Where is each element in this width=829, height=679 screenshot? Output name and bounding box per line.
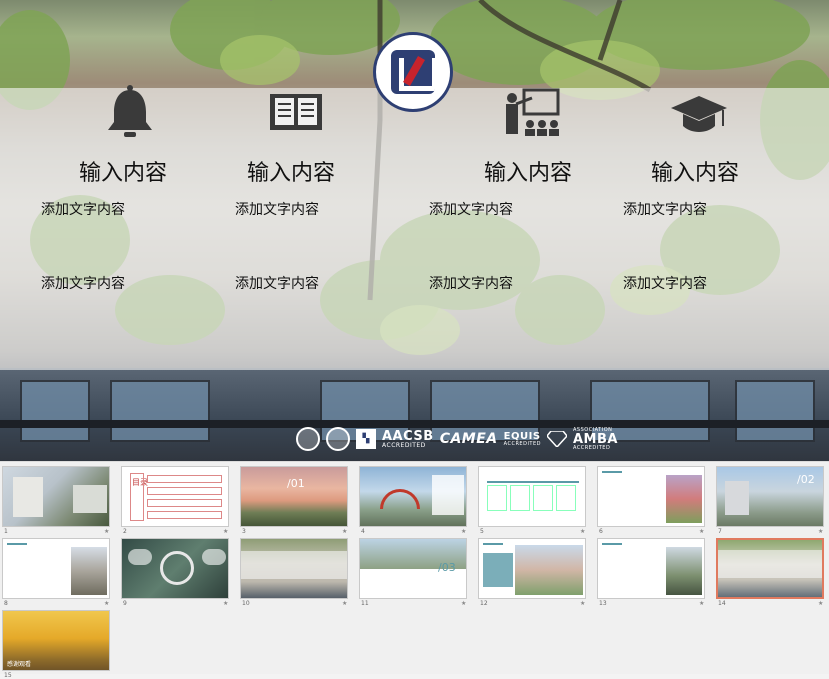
- slide-canvas[interactable]: 输入内容 输入内容 输入内容 输入内容 添加文字内容 添加文字内容 添加文字内容…: [0, 0, 829, 461]
- slide-number: 7: [718, 528, 722, 535]
- slide-thumbnail[interactable]: [2, 466, 110, 527]
- slide-thumbnail[interactable]: /02: [716, 466, 824, 527]
- slide-number: 11: [361, 600, 369, 607]
- column-text[interactable]: 添加文字内容: [623, 199, 707, 219]
- slide-number: 2: [123, 528, 127, 535]
- school-logo: [373, 32, 453, 112]
- star-icon: ★: [818, 528, 824, 535]
- aacsb-logo-icon: ▚: [356, 429, 376, 449]
- column-text[interactable]: 添加文字内容: [41, 199, 125, 219]
- slide-number: 13: [599, 600, 607, 607]
- accreditation-bar: ▚ AACSB ACCREDITED CAMEA EQUIS ACCREDITE…: [296, 426, 618, 452]
- column-title[interactable]: 输入内容: [651, 155, 739, 187]
- slide-number: 3: [242, 528, 246, 535]
- column-title[interactable]: 输入内容: [247, 155, 335, 187]
- slide-number: 14: [718, 600, 726, 607]
- slide-thumbnail[interactable]: [478, 538, 586, 599]
- slide-number: 4: [361, 528, 365, 535]
- star-icon: ★: [342, 528, 348, 535]
- amba-logo: ASSOCIATION AMBA ACCREDITED: [572, 426, 618, 451]
- column-text[interactable]: 添加文字内容: [429, 199, 513, 219]
- slide-thumbnail[interactable]: [240, 538, 348, 599]
- column-title[interactable]: 输入内容: [79, 155, 167, 187]
- camea-logo: CAMEA: [439, 431, 498, 447]
- slide-number: 6: [599, 528, 603, 535]
- slide-number: 10: [242, 600, 250, 607]
- slide-thumbnail[interactable]: [597, 466, 705, 527]
- slide-thumbnail[interactable]: /01: [240, 466, 348, 527]
- star-icon: ★: [461, 600, 467, 607]
- aacsb-logo: AACSB ACCREDITED: [382, 428, 434, 449]
- teacher-icon: [506, 88, 560, 136]
- column-text[interactable]: 添加文字内容: [235, 273, 319, 293]
- slide-thumbnail[interactable]: [478, 466, 586, 527]
- slide-number: 8: [4, 600, 8, 607]
- column-title[interactable]: 输入内容: [484, 155, 572, 187]
- star-icon: ★: [223, 600, 229, 607]
- slide-thumbnail[interactable]: [597, 538, 705, 599]
- slide-number: 15: [4, 672, 12, 679]
- slide-thumbnail[interactable]: 感谢观看: [2, 610, 110, 671]
- slide-thumbnail[interactable]: 目录: [121, 466, 229, 527]
- star-icon: ★: [818, 600, 824, 607]
- star-icon: ★: [104, 600, 110, 607]
- star-icon: ★: [699, 528, 705, 535]
- logo-emblem: [391, 50, 435, 94]
- slide-number: 9: [123, 600, 127, 607]
- university-seal-icon: [296, 427, 320, 451]
- slide-number: 5: [480, 528, 484, 535]
- star-icon: ★: [461, 528, 467, 535]
- slide-sorter-panel: 目录 /01 /02 /03 感谢观看 1 2 3 4 5 6 7 8 9 10…: [0, 461, 829, 679]
- bell-icon: [108, 85, 152, 137]
- star-icon: ★: [104, 528, 110, 535]
- column-text[interactable]: 添加文字内容: [623, 273, 707, 293]
- graduation-cap-icon: [671, 96, 727, 132]
- star-icon: ★: [699, 600, 705, 607]
- column-text[interactable]: 添加文字内容: [235, 199, 319, 219]
- slide-thumbnail[interactable]: [121, 538, 229, 599]
- slide-thumbnail[interactable]: [2, 538, 110, 599]
- school-seal-icon: [326, 427, 350, 451]
- slide-number: 12: [480, 600, 488, 607]
- equis-logo: EQUIS ACCREDITED: [503, 430, 541, 447]
- star-icon: ★: [223, 528, 229, 535]
- diamond-icon: [546, 431, 567, 447]
- column-text[interactable]: 添加文字内容: [41, 273, 125, 293]
- star-icon: ★: [580, 528, 586, 535]
- star-icon: ★: [342, 600, 348, 607]
- slide-number: 1: [4, 528, 8, 535]
- slide-thumbnail[interactable]: /03: [359, 538, 467, 599]
- column-text[interactable]: 添加文字内容: [429, 273, 513, 293]
- slide-thumbnail[interactable]: [359, 466, 467, 527]
- book-icon: [270, 94, 322, 130]
- star-icon: ★: [580, 600, 586, 607]
- slide-thumbnail-selected[interactable]: [716, 538, 824, 599]
